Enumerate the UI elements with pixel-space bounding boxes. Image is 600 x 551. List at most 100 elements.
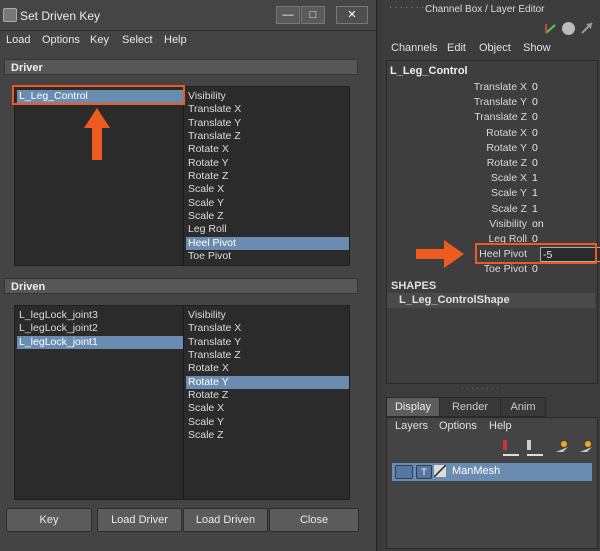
driven-attribute-item[interactable]: Translate Y <box>186 336 349 349</box>
driven-attribute-list[interactable]: Visibility Translate X Translate Y Translat… <box>184 306 349 499</box>
layer-editor-panel: Layers Options Help T ManMesh <box>386 417 598 549</box>
axis-gizmo-icon[interactable] <box>543 22 557 36</box>
load-driver-button[interactable]: Load Driver <box>97 508 182 532</box>
channel-row[interactable]: Visibility on <box>387 217 595 232</box>
driven-object-item[interactable]: L_legLock_joint2 <box>17 322 183 335</box>
close-button[interactable]: Close <box>269 508 359 532</box>
channel-label[interactable]: Translate Z <box>474 110 527 125</box>
splitter-handle[interactable]: ········ <box>461 384 521 393</box>
driver-attribute-item[interactable]: Translate Z <box>186 130 349 143</box>
channel-label[interactable]: Scale Y <box>491 186 527 201</box>
menu-edit[interactable]: Edit <box>447 42 466 54</box>
channel-row[interactable]: Scale Y 1 <box>387 186 595 201</box>
layer-type-toggle[interactable]: T <box>416 465 432 479</box>
driver-attribute-item[interactable]: Leg Roll <box>186 223 349 236</box>
channel-value-field[interactable]: 0 <box>532 156 594 171</box>
layer-row-manmesh[interactable]: T ManMesh <box>392 463 592 481</box>
new-layer-icon[interactable] <box>503 440 519 456</box>
channel-row[interactable]: Translate X 0 <box>387 80 595 95</box>
channel-value-field[interactable]: 1 <box>532 186 594 201</box>
layer-star-icon[interactable] <box>553 440 569 454</box>
channel-row[interactable]: Rotate Z 0 <box>387 156 595 171</box>
menu-help[interactable]: Help <box>164 34 187 46</box>
driver-attribute-item[interactable]: Translate Y <box>186 117 349 130</box>
display-toggle-icon[interactable] <box>562 22 575 35</box>
arrow-tool-icon[interactable] <box>580 21 594 35</box>
channel-label[interactable]: Visibility <box>489 217 527 232</box>
menu-channels[interactable]: Channels <box>391 42 437 54</box>
driven-object-item[interactable]: L_legLock_joint3 <box>17 309 183 322</box>
channel-row[interactable]: Scale Z 1 <box>387 202 595 217</box>
driver-attribute-item[interactable]: Scale Z <box>186 210 349 223</box>
tab-anim[interactable]: Anim <box>500 397 546 417</box>
driven-object-item[interactable]: L_legLock_joint1 <box>17 335 183 349</box>
driven-attribute-item[interactable]: Rotate X <box>186 362 349 375</box>
driven-object-list[interactable]: L_legLock_joint3 L_legLock_joint2 L_legLoc… <box>15 306 184 499</box>
driver-attribute-item[interactable]: Visibility <box>186 90 349 103</box>
channel-row[interactable]: Rotate Y 0 <box>387 141 595 156</box>
menu-key[interactable]: Key <box>90 34 109 46</box>
driver-attribute-item[interactable]: Rotate Z <box>186 170 349 183</box>
menu-layers[interactable]: Layers <box>395 420 428 432</box>
channel-label[interactable]: Rotate Y <box>486 141 527 156</box>
menu-load[interactable]: Load <box>6 34 30 46</box>
minimize-button[interactable]: — <box>276 6 300 24</box>
driver-attribute-item[interactable]: Toe Pivot <box>186 250 349 263</box>
channel-label[interactable]: Scale Z <box>491 202 527 217</box>
driven-attribute-item[interactable]: Rotate Y <box>186 375 349 389</box>
driven-attribute-item[interactable]: Translate X <box>186 322 349 335</box>
menu-show[interactable]: Show <box>523 42 551 54</box>
driven-attribute-item[interactable]: Scale Y <box>186 416 349 429</box>
channel-value-field[interactable]: 0 <box>532 141 594 156</box>
driver-attribute-item[interactable]: Scale Y <box>186 197 349 210</box>
maximize-button[interactable]: □ <box>301 6 325 24</box>
driven-attribute-item[interactable]: Rotate Z <box>186 389 349 402</box>
driver-attribute-item[interactable]: Scale X <box>186 183 349 196</box>
channel-row[interactable]: Scale X 1 <box>387 171 595 186</box>
load-driven-button[interactable]: Load Driven <box>183 508 268 532</box>
driven-attribute-item[interactable]: Visibility <box>186 309 349 322</box>
channel-value-field[interactable]: 1 <box>532 202 594 217</box>
menu-layer-help[interactable]: Help <box>489 420 512 432</box>
menu-options[interactable]: Options <box>42 34 80 46</box>
channel-label[interactable]: Rotate X <box>486 126 527 141</box>
driver-attribute-item[interactable]: Heel Pivot <box>186 236 349 250</box>
menu-select[interactable]: Select <box>122 34 153 46</box>
channel-value-field[interactable]: 1 <box>532 171 594 186</box>
channel-label[interactable]: Scale X <box>491 171 527 186</box>
highlight-box-driver-object <box>12 85 185 105</box>
channel-label[interactable]: Toe Pivot <box>484 262 527 277</box>
channel-label[interactable]: Translate X <box>474 80 527 95</box>
tab-display[interactable]: Display <box>386 397 440 417</box>
key-button[interactable]: Key <box>6 508 92 532</box>
layer-name[interactable]: ManMesh <box>452 465 500 477</box>
channel-value-field[interactable]: 0 <box>532 262 594 277</box>
shapes-header: SHAPES <box>387 278 595 294</box>
menu-layer-options[interactable]: Options <box>439 420 477 432</box>
new-layer-selected-icon[interactable] <box>527 440 543 456</box>
channel-label[interactable]: Rotate Z <box>487 156 527 171</box>
channel-value-field[interactable]: 0 <box>532 95 594 110</box>
menu-object[interactable]: Object <box>479 42 511 54</box>
channel-value-field[interactable]: 0 <box>532 110 594 125</box>
layer-create-icon[interactable] <box>577 440 593 454</box>
channel-row[interactable]: Rotate X 0 <box>387 126 595 141</box>
driven-attribute-item[interactable]: Scale Z <box>186 429 349 442</box>
orange-up-arrow-icon <box>84 108 110 160</box>
channel-value-field[interactable]: 0 <box>532 126 594 141</box>
close-window-button[interactable]: ✕ <box>336 6 368 24</box>
channel-row[interactable]: Translate Y 0 <box>387 95 595 110</box>
channel-row[interactable]: Translate Z 0 <box>387 110 595 125</box>
driver-attribute-item[interactable]: Translate X <box>186 103 349 116</box>
channel-label[interactable]: Translate Y <box>474 95 527 110</box>
tab-render[interactable]: Render <box>439 397 501 417</box>
channel-value-field[interactable]: on <box>532 217 594 232</box>
driver-attribute-list[interactable]: Visibility Translate X Translate Y Translat… <box>184 87 349 265</box>
driver-attribute-item[interactable]: Rotate Y <box>186 157 349 170</box>
channel-value-field[interactable]: 0 <box>532 80 594 95</box>
driven-attribute-item[interactable]: Translate Z <box>186 349 349 362</box>
driven-attribute-item[interactable]: Scale X <box>186 402 349 415</box>
driver-attribute-item[interactable]: Rotate X <box>186 143 349 156</box>
layer-visibility-toggle[interactable] <box>395 465 413 479</box>
layer-color-swatch-icon[interactable] <box>433 464 447 478</box>
